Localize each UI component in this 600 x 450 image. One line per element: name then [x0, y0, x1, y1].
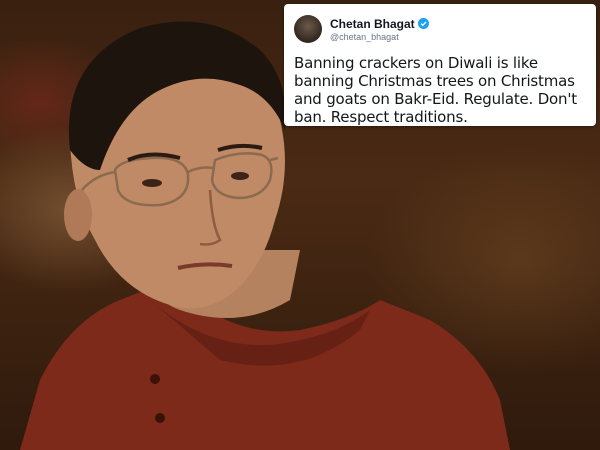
author-info: Chetan Bhagat @chetan_bhagat: [330, 17, 429, 42]
tweet-header: Chetan Bhagat @chetan_bhagat: [294, 12, 586, 46]
tweet-card: Chetan Bhagat @chetan_bhagat Banning cra…: [284, 4, 596, 126]
name-row: Chetan Bhagat: [330, 17, 429, 31]
avatar[interactable]: [294, 15, 322, 43]
display-name[interactable]: Chetan Bhagat: [330, 17, 415, 31]
verified-badge-icon: [417, 18, 429, 29]
user-handle[interactable]: @chetan_bhagat: [330, 32, 429, 42]
tweet-text: Banning crackers on Diwali is like banni…: [294, 54, 577, 126]
